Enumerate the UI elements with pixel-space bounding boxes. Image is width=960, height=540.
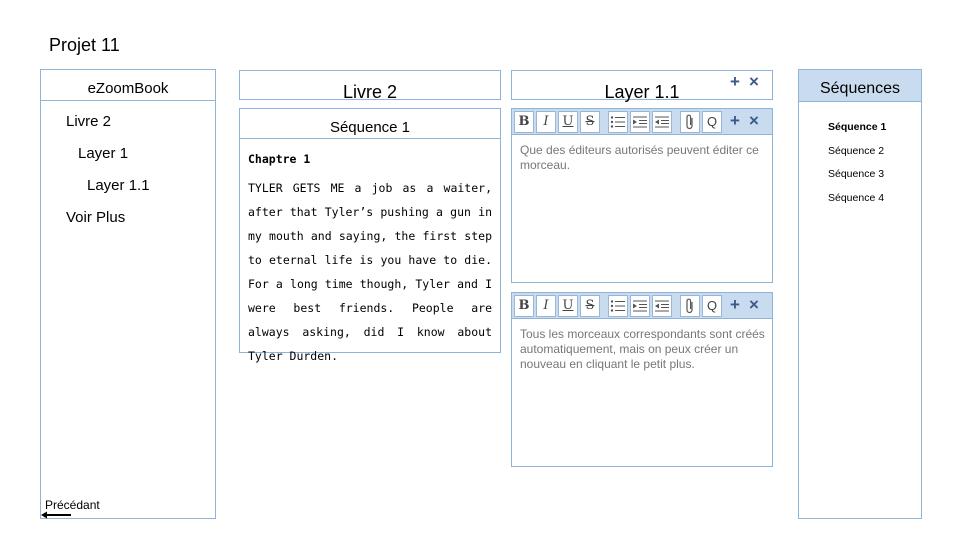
chapter-title: Chaptre 1 — [248, 152, 311, 166]
back-arrow-icon[interactable] — [41, 510, 73, 520]
italic-icon[interactable]: I — [536, 111, 556, 133]
sequence-item-3[interactable]: Séquence 3 — [828, 168, 884, 180]
close-icon[interactable]: × — [749, 112, 759, 130]
italic-icon[interactable]: I — [536, 295, 556, 317]
sidebar-item-voir-plus[interactable]: Voir Plus — [66, 209, 125, 226]
editor-toolbar: B I U S Q + × — [512, 293, 772, 319]
sequence-item-4[interactable]: Séquence 4 — [828, 192, 884, 204]
search-icon[interactable]: Q — [702, 111, 722, 133]
editor-placeholder[interactable]: Tous les morceaux correspondants sont cr… — [520, 327, 765, 372]
editor-placeholder[interactable]: Que des éditeurs autorisés peuvent édite… — [520, 143, 765, 173]
book-title: Livre 2 — [342, 82, 398, 102]
bulleted-list-icon[interactable] — [608, 111, 628, 133]
sidebar-item-layer-1-1[interactable]: Layer 1.1 — [87, 177, 150, 194]
layer-title: Layer 1.1 — [604, 82, 680, 102]
bulleted-list-icon[interactable] — [608, 295, 628, 317]
sequences-panel: Séquences Séquence 1 Séquence 2 Séquence… — [798, 69, 922, 519]
layer-header: Layer 1.1 + × — [511, 70, 773, 102]
sidebar-item-livre-2[interactable]: Livre 2 — [66, 113, 111, 130]
outdent-icon[interactable] — [652, 295, 672, 317]
plus-icon[interactable]: + — [730, 296, 740, 314]
sidebar-title: eZoomBook — [41, 70, 215, 101]
book-header: Livre 2 — [239, 70, 501, 102]
bold-icon[interactable]: B — [514, 111, 534, 133]
plus-icon[interactable]: + — [730, 112, 740, 130]
sequences-title: Séquences — [799, 70, 921, 102]
indent-icon[interactable] — [630, 295, 650, 317]
sequence-item-2[interactable]: Séquence 2 — [828, 145, 884, 157]
editor-toolbar: B I U S Q + × — [512, 109, 772, 135]
paperclip-icon[interactable] — [680, 111, 700, 133]
bold-icon[interactable]: B — [514, 295, 534, 317]
chapter-text: TYLER GETS ME a job as a waiter, after t… — [248, 181, 492, 363]
plus-icon[interactable]: + — [730, 73, 740, 91]
project-title: Projet 11 — [49, 35, 120, 55]
sequence-title: Séquence 1 — [240, 109, 500, 139]
layer-editor-1[interactable]: B I U S Q + × Que des éditeurs autorisés… — [511, 108, 773, 283]
strikethrough-icon[interactable]: S — [580, 295, 600, 317]
strikethrough-icon[interactable]: S — [580, 111, 600, 133]
sequence-panel: Séquence 1 Chaptre 1 TYLER GETS ME a job… — [239, 108, 501, 363]
outdent-icon[interactable] — [652, 111, 672, 133]
layer-editor-2[interactable]: B I U S Q + × Tous les morceaux correspo… — [511, 292, 773, 467]
close-icon[interactable]: × — [749, 73, 759, 91]
sequence-item-1[interactable]: Séquence 1 — [828, 121, 886, 133]
indent-icon[interactable] — [630, 111, 650, 133]
search-icon[interactable]: Q — [702, 295, 722, 317]
paperclip-icon[interactable] — [680, 295, 700, 317]
sidebar-item-layer-1[interactable]: Layer 1 — [78, 145, 128, 162]
underline-icon[interactable]: U — [558, 295, 578, 317]
underline-icon[interactable]: U — [558, 111, 578, 133]
close-icon[interactable]: × — [749, 296, 759, 314]
sidebar: eZoomBook Livre 2 Layer 1 Layer 1.1 Voir… — [40, 69, 216, 519]
